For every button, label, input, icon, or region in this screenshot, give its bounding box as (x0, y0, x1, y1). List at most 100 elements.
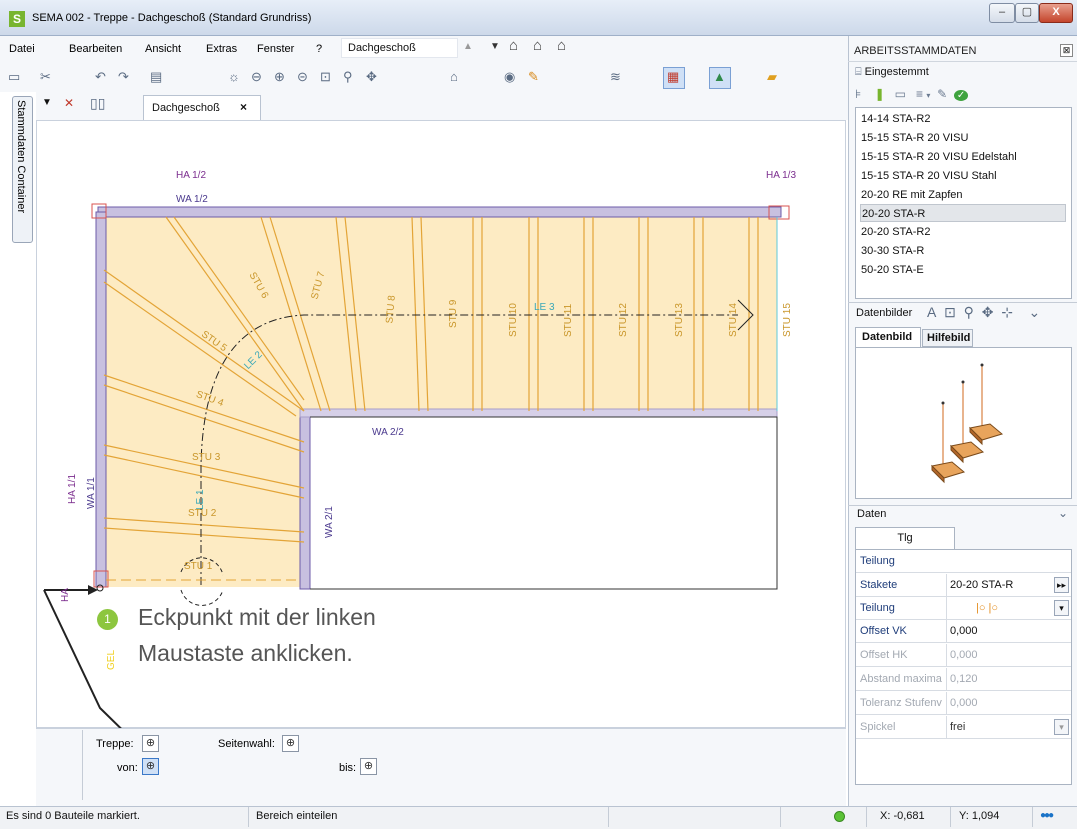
pin-icon[interactable]: ✎ (937, 87, 947, 101)
label-gel: GEL (106, 650, 117, 670)
fast-forward-icon[interactable]: ▸▸ (1054, 577, 1069, 593)
tree-icon[interactable]: ⊧ (855, 87, 861, 101)
redo-icon[interactable]: ↷ (118, 68, 129, 86)
maximize-button[interactable]: ▢ (1015, 3, 1039, 23)
floor-house-2-icon[interactable]: ⌂ (533, 37, 542, 54)
callout-text-line1: Eckpunkt mit der linken (138, 604, 376, 630)
category-name: Eingestemmt (864, 66, 929, 78)
column-divider (946, 597, 947, 620)
zoom-in-icon[interactable]: ⊕ (274, 68, 285, 86)
status-led-icon (834, 811, 845, 822)
label-wa12: WA 1/2 (176, 194, 208, 205)
brush-icon[interactable]: ✎ (528, 68, 539, 86)
menu-ansicht[interactable]: Ansicht (145, 43, 181, 55)
status-divider (1032, 807, 1033, 827)
tab-hilfebild[interactable]: Hilfebild (922, 329, 973, 347)
menu-bearbeiten[interactable]: Bearbeiten (69, 43, 122, 55)
pan-icon[interactable]: ✥ (982, 304, 994, 320)
daten-collapse-icon[interactable]: ⌄ (1058, 506, 1068, 520)
eye-icon[interactable]: ◉ (504, 68, 515, 86)
stairs-icon[interactable]: ≋ (610, 68, 621, 86)
menu-extras[interactable]: Extras (206, 43, 237, 55)
text-icon[interactable]: A (927, 304, 936, 320)
von-pick-button[interactable]: ⊕ (142, 758, 159, 775)
dropdown-icon[interactable]: ▾ (926, 91, 930, 100)
dropdown-icon[interactable]: ▾ (1054, 719, 1069, 735)
list-item[interactable]: 15-15 STA-R 20 VISU Stahl (860, 167, 1066, 185)
close-button[interactable]: X (1039, 3, 1073, 23)
bottle-icon[interactable]: ❚ (875, 87, 885, 101)
column-divider (946, 668, 947, 691)
menu-fenster[interactable]: Fenster (257, 43, 294, 55)
treppe-pick-button[interactable]: ⊕ (142, 735, 159, 752)
label-le3: LE 3 (534, 302, 555, 313)
paint-icon[interactable]: ▰ (767, 68, 777, 86)
coord-y: Y: 1,094 (959, 810, 1000, 822)
zoom-window-icon[interactable]: ⊡ (944, 304, 956, 320)
seitenwahl-pick-button[interactable]: ⊕ (282, 735, 299, 752)
split-view-icon[interactable]: ▯▯ (90, 95, 105, 112)
floor-select[interactable]: Dachgeschoß (341, 38, 458, 58)
collapse-icon[interactable]: ⌄ (1029, 304, 1041, 320)
panel-pin-icon[interactable]: ⊠ (1060, 44, 1073, 57)
property-row-offset-vk[interactable]: Offset VK 0,000 (856, 620, 1071, 643)
railing-icon[interactable]: ▦ (667, 68, 679, 86)
property-row-stakete[interactable]: Stakete 20-20 STA-R ▸▸ (856, 574, 1071, 597)
undo-icon[interactable]: ↶ (95, 68, 106, 86)
floor-house-icon[interactable]: ⌂ (509, 37, 518, 54)
zoom-prev-icon[interactable]: ⊝ (297, 68, 308, 86)
pan-icon[interactable]: ✥ (366, 68, 377, 86)
dropdown-icon[interactable]: ▾ (1054, 600, 1069, 616)
list-item[interactable]: 30-30 STA-R (860, 242, 1066, 260)
tab-tlg[interactable]: Tlg (855, 527, 955, 549)
menu-help[interactable]: ? (316, 43, 322, 55)
cut-icon[interactable]: ✂ (40, 68, 51, 86)
property-row-teilung[interactable]: Teilung |○ |○ ▾ (856, 597, 1071, 620)
zoom-window-icon[interactable]: ⊡ (320, 68, 331, 86)
check-icon[interactable]: ✓ (953, 90, 969, 101)
list-item[interactable]: 14-14 STA-R2 (860, 110, 1066, 128)
move-icon[interactable]: ⊹ (1001, 304, 1013, 320)
status-divider (866, 807, 867, 827)
label-ha-bottom: HA (60, 588, 71, 602)
property-row-toleranz: Toleranz Stufenv 0,000 (856, 692, 1071, 715)
label-le1: LE 1 (195, 489, 206, 510)
list-item-selected[interactable]: 20-20 STA-R (860, 204, 1066, 222)
menu-datei[interactable]: Datei (9, 43, 35, 55)
panel-title: ARBEITSSTAMMDATEN (848, 40, 1077, 62)
list-item[interactable]: 50-20 STA-E (860, 261, 1066, 279)
property-row-offset-hk: Offset HK 0,000 (856, 644, 1071, 667)
tab-datenbild[interactable]: Datenbild (855, 327, 921, 347)
delete-view-icon[interactable]: ✕ (64, 96, 74, 110)
step-label: STU 2 (188, 508, 217, 519)
list-item[interactable]: 15-15 STA-R 20 VISU Edelstahl (860, 148, 1066, 166)
save-icon[interactable]: ▭ (895, 87, 906, 101)
floor-house-3-icon[interactable]: ⌂ (557, 37, 566, 54)
list-item[interactable]: 20-20 RE mit Zapfen (860, 186, 1066, 204)
bis-label: bis: (339, 762, 357, 774)
print-icon[interactable]: ▤ (150, 68, 162, 86)
bis-pick-button[interactable]: ⊕ (360, 758, 377, 775)
property-key: Teilung (860, 555, 895, 567)
category-label[interactable]: ⌸ Eingestemmt (855, 66, 929, 79)
house-color-icon[interactable]: ▲ (713, 68, 726, 86)
von-label: von: (117, 762, 138, 774)
list-item[interactable]: 15-15 STA-R 20 VISU (860, 129, 1066, 147)
list-icon[interactable]: ≡ (916, 87, 923, 101)
zoom-out-icon[interactable]: ⊖ (251, 68, 262, 86)
tab-close-icon[interactable]: × (240, 100, 247, 114)
floor-plan-drawing[interactable]: HA 1/2 WA 1/2 HA 1/3 WA 2/2 LE 3 HA 1/1 … (36, 120, 846, 728)
list-item[interactable]: 20-20 STA-R2 (860, 223, 1066, 241)
treppe-label: Treppe: (96, 738, 134, 750)
floor-down-icon[interactable]: ▼ (490, 41, 500, 52)
view-icon[interactable]: ⌂ (450, 68, 458, 86)
status-divider (608, 807, 609, 827)
zoom-icon[interactable]: ⚲ (964, 304, 974, 320)
light-icon[interactable]: ☼ (228, 68, 240, 86)
property-key: Teilung (860, 602, 895, 614)
minimize-button[interactable]: – (989, 3, 1015, 23)
dropdown-icon[interactable]: ▼ (42, 97, 52, 108)
zoom-icon[interactable]: ⚲ (343, 68, 353, 86)
open-icon[interactable]: ▭ (8, 68, 20, 86)
floor-up-icon[interactable]: ▲ (463, 41, 473, 52)
